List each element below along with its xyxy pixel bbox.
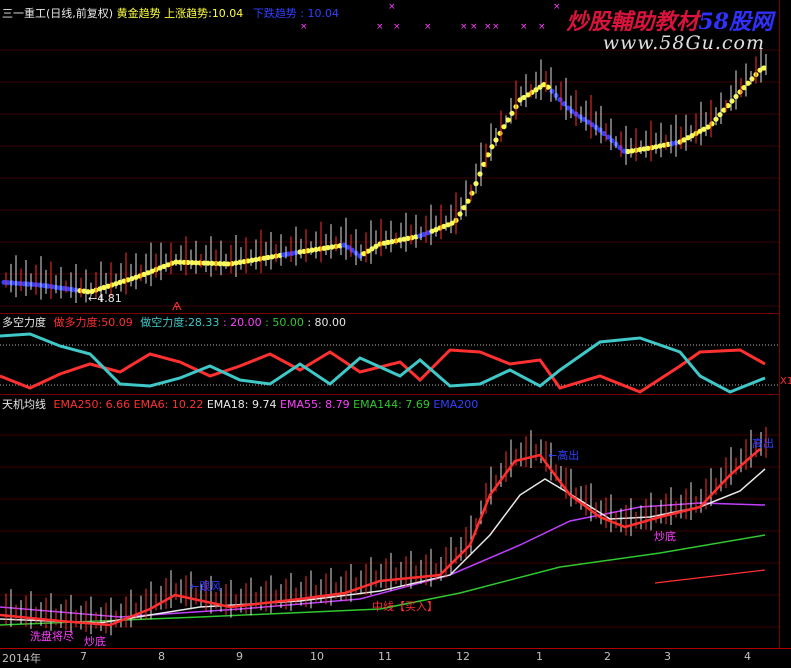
trend-dot (557, 97, 563, 103)
main-chart-header: 三一重工(日线,前复权) 黄金趋势 上涨趋势:10.04 下跌趋势 : 10.0… (2, 7, 339, 20)
annotation-wash-end: 洗盘将尽 (30, 630, 74, 643)
long-value: 50.09 (101, 316, 133, 329)
trend-dot (609, 137, 615, 144)
sell-marker: × (388, 2, 396, 12)
trend-dot (729, 98, 735, 104)
sell-marker: × (520, 22, 528, 32)
short-label: 做空力度: (140, 316, 188, 329)
down-trend-value: : 10.04 (300, 7, 340, 20)
sell-marker: × (553, 2, 561, 12)
up-trend-label: 上涨趋势: (164, 7, 212, 20)
annotation-bottom: 炒底 (84, 635, 106, 648)
xaxis-tick: 2014年 (2, 652, 41, 665)
long-label: 做多力度: (53, 316, 102, 329)
sell-marker: × (538, 22, 546, 32)
trend-dot (717, 112, 723, 118)
ema200-value: EMA200 (433, 398, 479, 411)
ema-pane[interactable]: 天机均线 EMA250: 6.66 EMA6: 10.22 EMA18: 9.7… (0, 395, 779, 649)
xaxis-tick: 11 (378, 650, 392, 663)
sell-marker: × (484, 22, 492, 32)
indicator-name: 黄金趋势 (116, 7, 161, 20)
xaxis-tick: 7 (80, 650, 87, 663)
ema-header: 天机均线 EMA250: 6.66 EMA6: 10.22 EMA18: 9.7… (2, 398, 478, 411)
trend-dot (617, 145, 623, 151)
xaxis-tick: 10 (310, 650, 324, 663)
xaxis-tick: 4 (744, 650, 751, 663)
trend-dot (489, 144, 495, 150)
long-short-pane[interactable]: 多空力度 做多力度:50.09 做空力度:28.33 : 20.00 : 50.… (0, 314, 791, 395)
short-power-line (0, 332, 766, 394)
trend-dot (469, 190, 475, 196)
sell-marker: × (393, 22, 401, 32)
sell-marker: × (460, 22, 468, 32)
pane2-title: 多空力度 (2, 316, 46, 329)
xaxis-tick: 8 (158, 650, 165, 663)
long-short-header: 多空力度 做多力度:50.09 做空力度:28.33 : 20.00 : 50.… (2, 316, 346, 329)
trend-dot (477, 171, 483, 177)
right-price-scale[interactable] (779, 0, 791, 648)
time-axis: 2014年 7 8 9 10 11 12 1 2 3 4 (0, 648, 791, 668)
ema250-value: EMA250: 6.66 (53, 398, 131, 411)
trend-dot (457, 211, 463, 217)
trend-dot (749, 76, 755, 82)
right-mark: X1 (780, 376, 791, 387)
watermark-url: www.58Gu.com (602, 32, 765, 54)
annotation-bottom-2: 炒底 (654, 530, 676, 543)
trend-dot (509, 110, 515, 116)
xaxis-tick: 3 (664, 650, 671, 663)
ema250-line (654, 569, 766, 584)
sell-marker: × (492, 22, 500, 32)
low-price-mark: ←4.81 (88, 292, 122, 305)
arrow-mark: Ѧ (172, 300, 182, 313)
ema144-value: EMA144: 7.69 (353, 398, 430, 411)
stock-title: 三一重工(日线,前复权) (2, 7, 114, 20)
sell-marker: × (470, 22, 478, 32)
xaxis-tick: 12 (456, 650, 470, 663)
sell-marker: × (424, 22, 432, 32)
pane3-title: 天机均线 (2, 398, 46, 411)
down-trend-label: 下跌趋势 (252, 7, 297, 20)
ema55-value: EMA55: 8.79 (280, 398, 350, 411)
short-value: 28.33 (187, 316, 220, 329)
ema6-value: EMA6: 10.22 (133, 398, 204, 411)
annotation-top: ←高出 (548, 449, 580, 462)
long-power-line (0, 348, 766, 394)
trend-dot (737, 89, 743, 95)
xaxis-tick: 2 (604, 650, 611, 663)
trend-dot (709, 121, 715, 127)
trend-dot (549, 88, 555, 94)
sell-marker: × (376, 22, 384, 32)
level-80: : 80.00 (307, 316, 347, 329)
xaxis-tick: 9 (236, 650, 243, 663)
ema18-value: EMA18: 9.74 (206, 398, 277, 411)
xaxis-tick: 1 (536, 650, 543, 663)
trend-dot (497, 130, 503, 136)
trend-dot (597, 127, 603, 133)
main-chart-pane[interactable]: × × × × × × × × × × × × 三一重工(日线,前复权) 黄金趋势 上涨趋势:10.0… (0, 0, 779, 314)
annotation-mid-buy: 中线【买入】 (372, 600, 438, 613)
level-50: : 50.00 (265, 316, 304, 329)
up-trend-value: 10.04 (211, 7, 244, 20)
level-20: : 20.00 (222, 316, 262, 329)
annotation-follow: ←跟风 (190, 580, 222, 593)
sell-marker: × (300, 22, 308, 32)
annotation-top-2: 高出 (752, 437, 774, 450)
